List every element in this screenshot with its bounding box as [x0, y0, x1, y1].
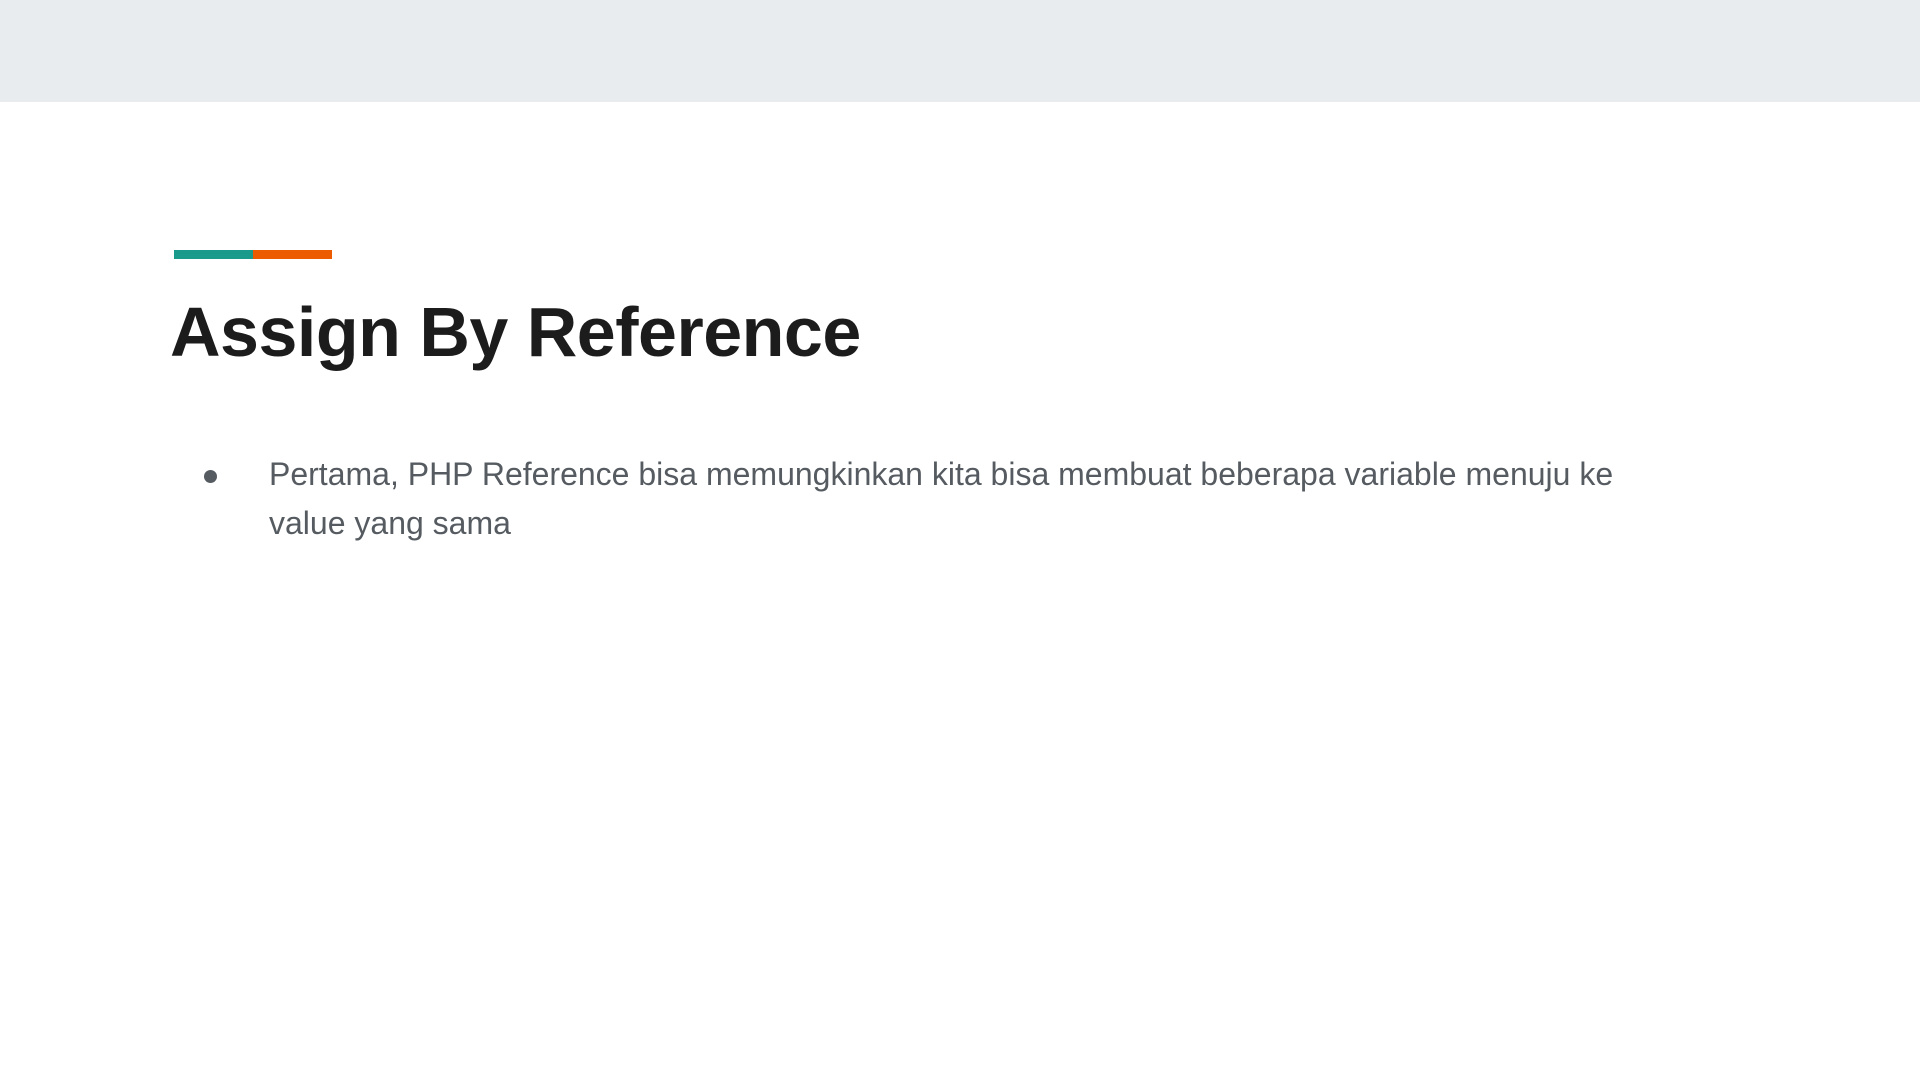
bullet-text: Pertama, PHP Reference bisa memungkinkan… [269, 456, 1614, 541]
accent-orange [253, 250, 332, 259]
title-accent-bar [174, 250, 332, 259]
top-band [0, 0, 1920, 102]
slide-title: Assign By Reference [170, 293, 861, 371]
bullet-item: Pertama, PHP Reference bisa memungkinkan… [200, 450, 1680, 548]
bullet-list: Pertama, PHP Reference bisa memungkinkan… [200, 450, 1680, 548]
accent-teal [174, 250, 253, 259]
bullet-icon [204, 470, 217, 483]
